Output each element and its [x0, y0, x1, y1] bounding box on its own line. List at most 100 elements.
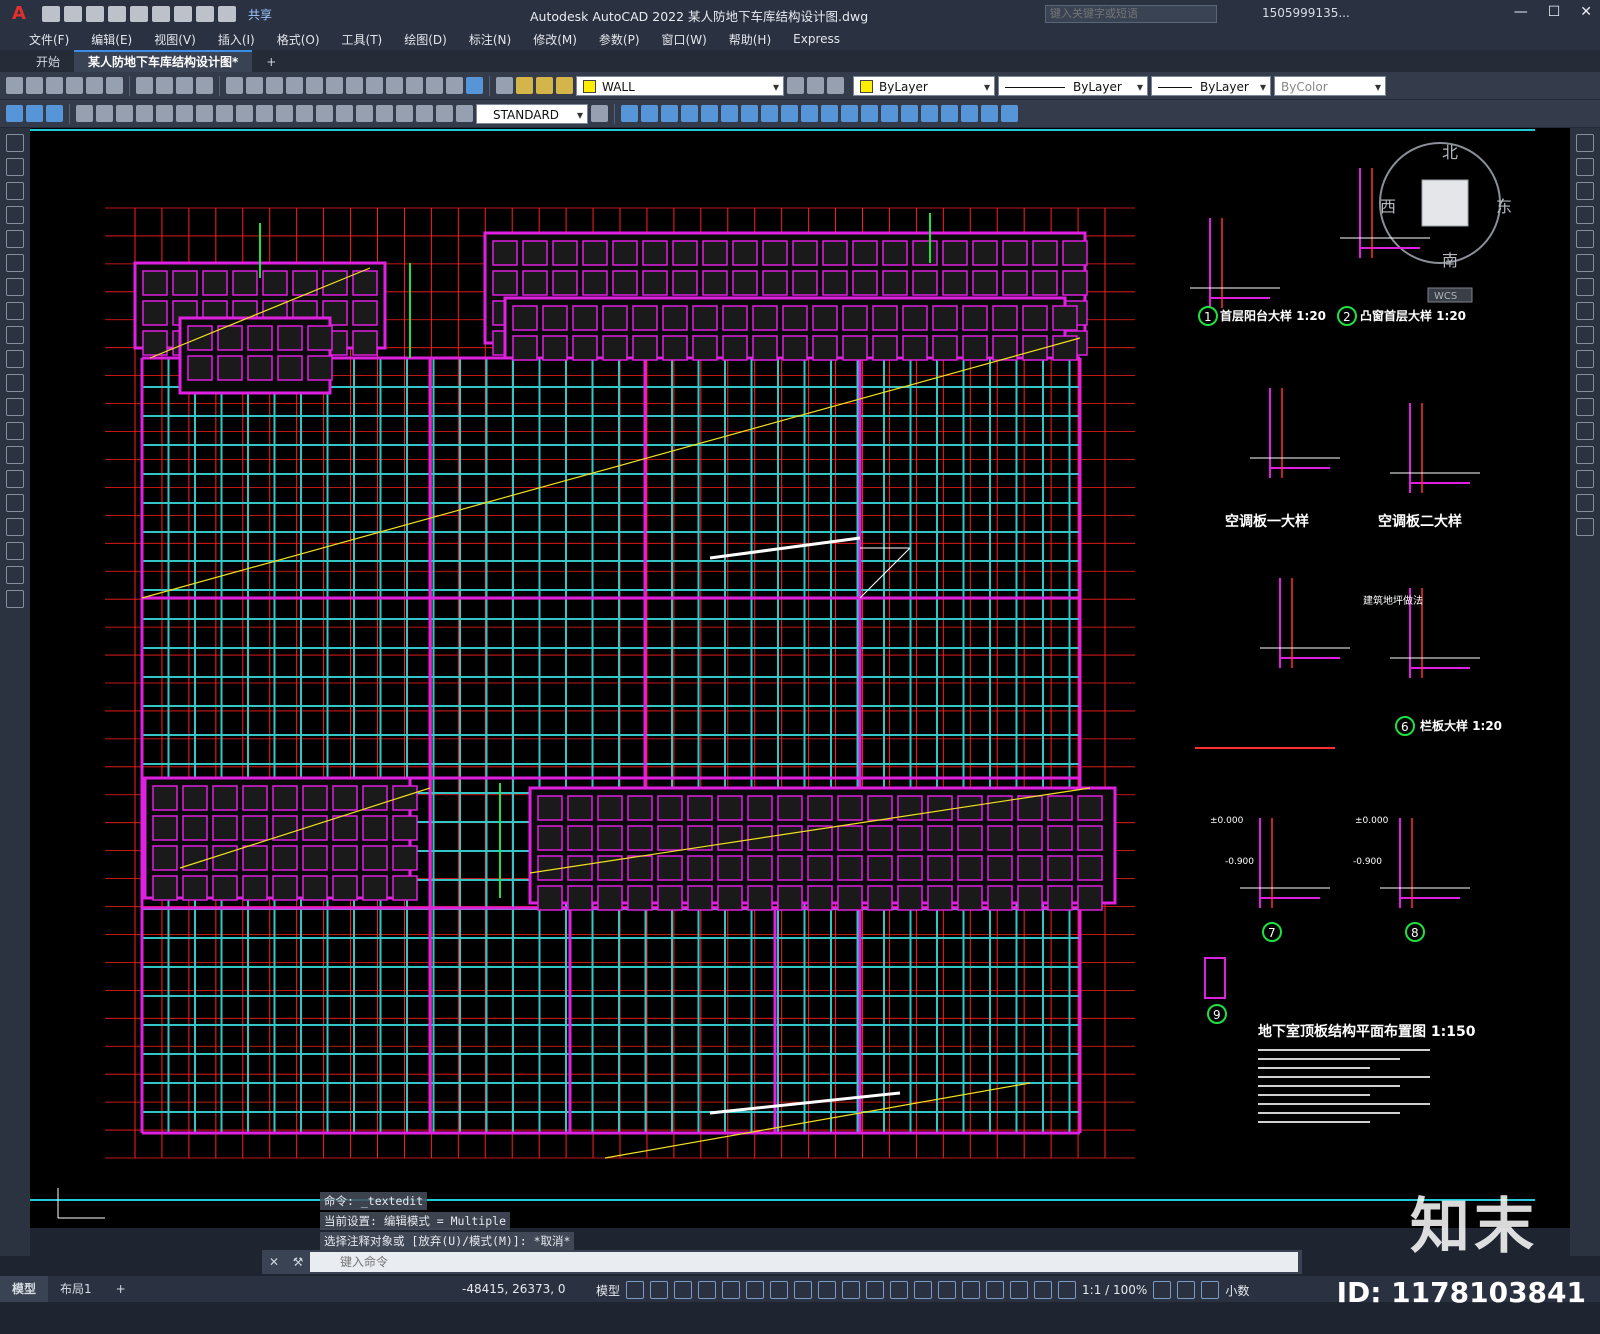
tab-layout1[interactable]: 布局1 [48, 1276, 104, 1302]
jogged-linear-icon[interactable] [396, 105, 413, 122]
units-value[interactable]: 小数 [1225, 1282, 1249, 1299]
line-icon[interactable] [6, 134, 24, 152]
zoom-previous-icon[interactable] [326, 77, 343, 94]
spline-icon[interactable] [6, 326, 24, 344]
group-icon[interactable] [941, 105, 958, 122]
menu-edit[interactable]: 编辑(E) [80, 31, 143, 48]
move-icon[interactable] [721, 105, 738, 122]
plot-icon[interactable] [174, 6, 192, 22]
tolerance-icon[interactable] [336, 105, 353, 122]
undo-icon[interactable] [196, 6, 214, 22]
scale-icon[interactable] [761, 105, 778, 122]
dimension-style-dropdown[interactable]: STANDARD [476, 103, 588, 125]
menu-draw[interactable]: 绘图(D) [393, 31, 458, 48]
pan-icon[interactable] [266, 77, 283, 94]
menu-file[interactable]: 文件(F) [18, 31, 80, 48]
menu-parametric[interactable]: 参数(P) [588, 31, 651, 48]
center-mark-icon[interactable] [356, 105, 373, 122]
markup-icon[interactable] [426, 77, 443, 94]
aligned-dimension-icon[interactable] [96, 105, 113, 122]
new-file-icon[interactable] [42, 6, 60, 22]
ellipse-arc-icon[interactable] [6, 374, 24, 392]
workspace-gear-icon[interactable] [1153, 1281, 1172, 1299]
menu-tools[interactable]: 工具(T) [331, 31, 394, 48]
annotation-scale-value[interactable]: 1:1 / 100% [1082, 1283, 1147, 1297]
dynamic-input-icon[interactable] [698, 1281, 717, 1299]
color-dropdown[interactable]: ByLayer [853, 75, 995, 97]
new-icon[interactable] [6, 77, 23, 94]
model-space-toggle[interactable]: 模型 [596, 1282, 620, 1299]
save-icon[interactable] [46, 77, 63, 94]
zoom-window-icon[interactable] [306, 77, 323, 94]
hatch-icon[interactable] [6, 470, 24, 488]
layer-freeze-icon[interactable] [536, 77, 553, 94]
explode-tool-icon[interactable] [1576, 518, 1594, 536]
dimension-edit-icon[interactable] [416, 105, 433, 122]
layer-on-icon[interactable] [516, 77, 533, 94]
share-button[interactable]: 共享 [248, 6, 272, 23]
copy-object-icon[interactable] [641, 105, 658, 122]
layer-iso-icon[interactable] [46, 105, 63, 122]
hatch-edit-icon[interactable] [1001, 105, 1018, 122]
rotate-tool-icon[interactable] [1576, 278, 1594, 296]
zoom-realtime-icon[interactable] [286, 77, 303, 94]
publish-icon[interactable] [106, 77, 123, 94]
radius-dimension-icon[interactable] [156, 105, 173, 122]
user-account[interactable]: 1505999135... [1262, 6, 1350, 20]
selection-cycling-icon[interactable] [890, 1281, 909, 1299]
menu-express[interactable]: Express [782, 32, 851, 46]
customize-command-icon[interactable]: ⚒ [286, 1255, 310, 1269]
ellipse-icon[interactable] [6, 350, 24, 368]
copy-tool-icon[interactable] [1576, 158, 1594, 176]
lineweight-dropdown[interactable]: ByLayer [1151, 75, 1271, 97]
redo-icon[interactable] [218, 6, 236, 22]
gizmo-icon[interactable] [986, 1281, 1005, 1299]
isometric-icon[interactable] [770, 1281, 789, 1299]
dimension-update-icon[interactable] [456, 105, 473, 122]
gradient-icon[interactable] [6, 494, 24, 512]
plus-icon[interactable] [1177, 1281, 1196, 1299]
tab-current-drawing[interactable]: 某人防地下车库结构设计图* [74, 50, 253, 72]
add-selected-icon[interactable] [6, 590, 24, 608]
layer-previous-icon[interactable] [807, 77, 824, 94]
polar-tracking-icon[interactable] [746, 1281, 765, 1299]
layer-properties-icon[interactable] [496, 77, 513, 94]
join-tool-icon[interactable] [1576, 446, 1594, 464]
baseline-dimension-icon[interactable] [256, 105, 273, 122]
layer-lock-icon[interactable] [556, 77, 573, 94]
command-input[interactable] [310, 1252, 1298, 1272]
fillet-tool-icon[interactable] [1576, 494, 1594, 512]
table-icon[interactable] [6, 542, 24, 560]
object-snap-tracking-icon[interactable] [794, 1281, 813, 1299]
linetype-dropdown[interactable]: ByLayer [998, 75, 1148, 97]
plot-preview-icon[interactable] [86, 77, 103, 94]
arc-length-icon[interactable] [116, 105, 133, 122]
lineweight-icon[interactable] [842, 1281, 861, 1299]
add-layout-button[interactable]: + [104, 1276, 138, 1302]
dimension-space-icon[interactable] [296, 105, 313, 122]
chamfer-tool-icon[interactable] [1576, 470, 1594, 488]
dimension-style-icon[interactable] [591, 105, 608, 122]
make-layer-current-icon[interactable] [787, 77, 804, 94]
menu-window[interactable]: 窗口(W) [651, 31, 718, 48]
drawing-canvas[interactable]: 北南 东 西 WCS 首层阳台大样 1:20 凸窗首层大样 1:20 空调板一大样 空调板二大… [30, 128, 1570, 1228]
break-tool-icon[interactable] [1576, 422, 1594, 440]
arc-icon[interactable] [6, 254, 24, 272]
dynamic-ucs-icon[interactable] [938, 1281, 957, 1299]
ordinate-dimension-icon[interactable] [136, 105, 153, 122]
linear-dimension-icon[interactable] [76, 105, 93, 122]
calculator-icon[interactable] [446, 77, 463, 94]
rotate-icon[interactable] [741, 105, 758, 122]
open-file-icon[interactable] [64, 6, 82, 22]
dimension-break-icon[interactable] [316, 105, 333, 122]
angular-dimension-icon[interactable] [216, 105, 233, 122]
offset-icon[interactable] [681, 105, 698, 122]
snap-icon[interactable] [650, 1281, 669, 1299]
stretch-icon[interactable] [781, 105, 798, 122]
array-icon[interactable] [701, 105, 718, 122]
region-icon[interactable] [6, 518, 24, 536]
undo-icon[interactable] [226, 77, 243, 94]
plotstyle-dropdown[interactable]: ByColor [1274, 75, 1386, 97]
break-icon[interactable] [841, 105, 858, 122]
extend-tool-icon[interactable] [1576, 374, 1594, 392]
